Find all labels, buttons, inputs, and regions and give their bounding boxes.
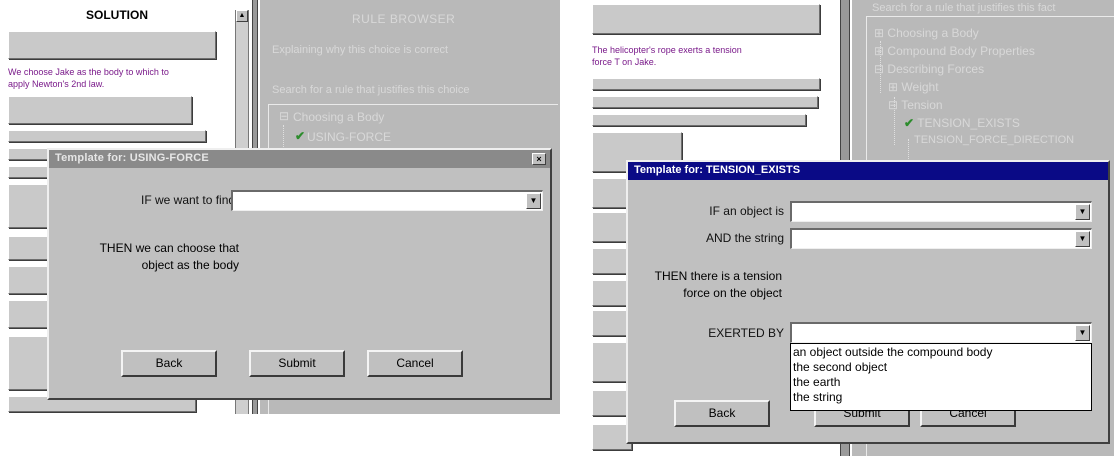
solution-field[interactable] [592,114,806,126]
collapse-icon: ⊟ [874,62,885,76]
dialog-title: Template for: USING-FORCE [49,150,550,168]
expand-icon: ⊞ [874,44,885,58]
and-select[interactable]: ▼ [790,228,1092,249]
if-label: IF we want to find [141,193,236,207]
dropdown-option[interactable]: an object outside the compound body [793,345,1089,360]
tree-node-using-force[interactable]: USING-FORCE [307,130,391,144]
tree-node-weight[interactable]: ⊞ Weight [888,80,939,94]
solution-note: We choose Jake as the body to which to a… [8,67,169,89]
solution-field[interactable] [8,130,206,142]
search-text: Search for a rule that justifies this fa… [872,2,1056,14]
solution-field[interactable] [592,96,818,108]
explaining-text: Explaining why this choice is correct [272,44,449,56]
chevron-down-icon[interactable]: ▼ [526,193,541,209]
scroll-up-button[interactable]: ▲ [236,10,248,22]
expand-icon: ⊞ [888,80,899,94]
if-select[interactable]: ▼ [231,190,543,211]
check-icon: ✔ [904,116,915,130]
dropdown-option[interactable]: the string [793,390,1089,405]
exerted-select[interactable]: ▼ [790,322,1092,343]
collapse-icon: ⊟ [888,98,899,112]
tree-node-tension[interactable]: ⊟ Tension [888,98,943,112]
submit-button[interactable]: Submit [249,350,345,377]
chevron-down-icon[interactable]: ▼ [1075,231,1090,247]
solution-field[interactable] [592,4,820,34]
tree-node-choosing-a-body[interactable]: Choosing a Body [293,110,384,124]
and-label: AND the string [705,231,784,245]
solution-field[interactable] [8,336,48,390]
solution-note: The helicopter's rope exerts a tension f… [592,45,742,67]
tree-node-compound-body-properties[interactable]: ⊞ Compound Body Properties [874,44,1035,58]
chevron-down-icon[interactable]: ▼ [1075,325,1090,341]
right-screen: The helicopter's rope exerts a tension f… [586,0,1114,456]
if-select[interactable]: ▼ [790,201,1092,222]
exerted-label: EXERTED BY [708,326,784,340]
cancel-button[interactable]: Cancel [367,350,463,377]
tree-node-tension-exists[interactable]: ✔ TENSION_EXISTS [904,116,1020,130]
chevron-down-icon[interactable]: ▼ [1075,204,1090,220]
solution-field[interactable] [8,96,192,124]
left-screen: SOLUTION We choose Jake as the body to w… [0,0,560,420]
solution-field[interactable] [8,184,48,228]
back-button[interactable]: Back [674,400,770,427]
search-text: Search for a rule that justifies this ch… [272,84,470,96]
solution-field[interactable] [592,78,820,90]
expand-icon: ⊞ [874,26,885,40]
dropdown-option[interactable]: the earth [793,375,1089,390]
then-text: THEN we can choose that object as the bo… [99,241,239,272]
tree-connector [283,125,284,147]
back-button[interactable]: Back [121,350,217,377]
dropdown-option[interactable]: the second object [793,360,1089,375]
solution-header: SOLUTION [86,8,148,22]
template-dialog: Template for: USING-FORCE × IF we want t… [47,148,552,400]
solution-field[interactable] [8,266,48,294]
solution-field[interactable] [8,300,48,328]
solution-field[interactable] [8,236,48,260]
tree-node-tension-force-direction[interactable]: TENSION_FORCE_DIRECTION [914,134,1074,146]
solution-field[interactable] [8,31,216,59]
dialog-title: Template for: TENSION_EXISTS [628,162,1108,180]
check-icon: ✔ [295,129,306,143]
tree-node-describing-forces[interactable]: ⊟ Describing Forces [874,62,984,76]
template-dialog: Template for: TENSION_EXISTS IF an objec… [626,160,1110,444]
then-text: THEN there is a tension force on the obj… [654,269,782,300]
tree-node-choosing-a-body[interactable]: ⊞ Choosing a Body [874,26,979,40]
close-icon[interactable]: × [532,153,546,165]
rule-browser-title: RULE BROWSER [352,12,456,26]
if-label: IF an object is [709,204,784,218]
solution-field[interactable] [8,166,48,178]
exerted-by-dropdown-list[interactable]: an object outside the compound body the … [790,343,1092,411]
collapse-icon[interactable]: ⊟ [279,109,289,123]
